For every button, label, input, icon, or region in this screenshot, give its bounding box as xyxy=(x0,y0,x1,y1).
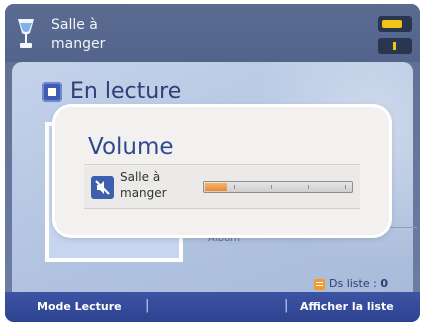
battery-icon xyxy=(378,16,412,32)
volume-slider[interactable] xyxy=(203,181,353,193)
volume-level-fill xyxy=(205,183,227,191)
slider-tick xyxy=(234,185,235,189)
slider-tick xyxy=(345,185,346,189)
queue-count: Ds liste : 0 xyxy=(329,277,388,290)
signal-icon xyxy=(378,38,412,54)
divider xyxy=(84,164,360,165)
muted-speaker-icon[interactable] xyxy=(91,176,114,199)
softkey-separator: | xyxy=(145,298,150,313)
softkey-bar: Mode Lecture | | Afficher la liste xyxy=(5,292,420,322)
softkey-separator: | xyxy=(284,298,289,313)
device-screen: Salle à manger En lecture Album Ds liste… xyxy=(5,4,420,322)
now-playing-icon xyxy=(42,82,62,102)
slider-tick xyxy=(308,185,309,189)
zone-label: Salle à manger xyxy=(120,170,167,200)
zone-name: Salle à manger xyxy=(51,17,106,52)
divider xyxy=(84,208,360,209)
show-list-button[interactable]: Afficher la liste xyxy=(300,300,394,313)
screen-frame: Salle à manger En lecture Album Ds liste… xyxy=(0,0,425,326)
battery-fill xyxy=(382,20,402,28)
queue-label: Ds liste : xyxy=(329,277,381,290)
signal-bar xyxy=(393,42,396,50)
queue-count-value: 0 xyxy=(380,277,388,290)
slider-tick xyxy=(271,185,272,189)
page-title: En lecture xyxy=(70,79,182,104)
status-bar: Salle à manger xyxy=(5,4,420,62)
volume-dialog: Volume Salle à manger xyxy=(55,107,389,235)
volume-title: Volume xyxy=(88,134,174,160)
play-mode-button[interactable]: Mode Lecture xyxy=(37,300,122,313)
list-icon xyxy=(314,279,325,290)
volume-row[interactable]: Salle à manger xyxy=(84,166,360,208)
zone-cup-icon xyxy=(18,19,34,48)
